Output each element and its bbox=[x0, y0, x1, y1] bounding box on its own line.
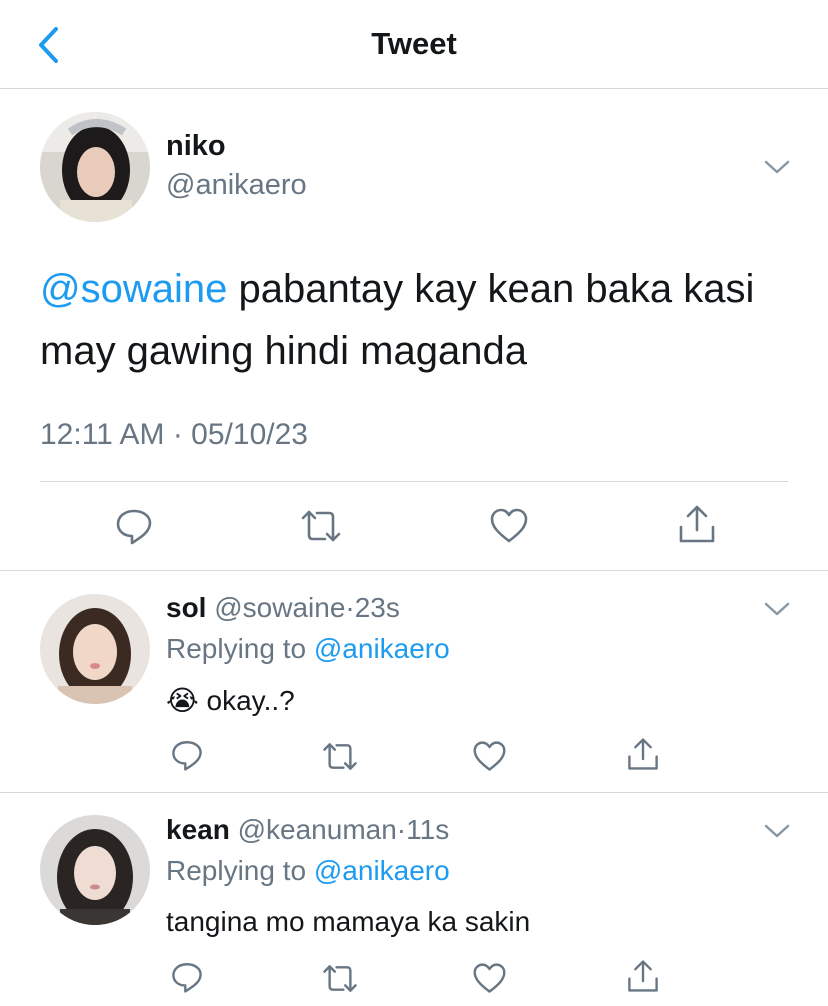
reply-icon[interactable] bbox=[170, 738, 204, 772]
dot-separator: · bbox=[345, 592, 355, 623]
reply-text: 😭 okay..? bbox=[166, 684, 295, 717]
display-name[interactable]: kean bbox=[166, 814, 230, 845]
time-ago: 23s bbox=[354, 592, 400, 623]
divider bbox=[0, 570, 828, 571]
display-name[interactable]: sol bbox=[166, 592, 206, 623]
like-icon[interactable] bbox=[472, 740, 507, 773]
reply-text: tangina mo mamaya ka sakin bbox=[166, 906, 530, 938]
user-handle[interactable]: @keanuman bbox=[238, 814, 397, 845]
timestamp[interactable]: 12:11 AM · 05/10/23 bbox=[40, 418, 308, 452]
divider bbox=[40, 481, 788, 482]
page-title: Tweet bbox=[371, 26, 457, 61]
reply-body: tangina mo mamaya ka sakin bbox=[166, 906, 531, 937]
avatar[interactable] bbox=[40, 815, 150, 925]
chevron-down-icon[interactable] bbox=[763, 600, 791, 618]
tweet-text: @sowaine pabantay kay kean baka kasi may… bbox=[40, 258, 800, 382]
replying-to: Replying to @anikaero bbox=[166, 855, 450, 887]
chevron-down-icon[interactable] bbox=[763, 158, 791, 176]
divider bbox=[0, 792, 828, 793]
reply-icon[interactable] bbox=[170, 960, 204, 994]
display-name[interactable]: niko bbox=[166, 130, 226, 163]
user-handle[interactable]: @sowaine bbox=[214, 592, 345, 623]
retweet-icon[interactable] bbox=[299, 507, 343, 545]
like-icon[interactable] bbox=[489, 507, 529, 545]
top-bar: Tweet bbox=[0, 0, 828, 89]
avatar[interactable] bbox=[40, 112, 150, 222]
replying-to: Replying to @anikaero bbox=[166, 633, 450, 665]
share-icon[interactable] bbox=[626, 736, 660, 772]
reply-header: kean @keanuman·11s bbox=[166, 814, 449, 846]
replying-prefix: Replying to bbox=[166, 855, 314, 886]
like-icon[interactable] bbox=[472, 962, 507, 995]
chevron-down-icon[interactable] bbox=[763, 822, 791, 840]
mention-link[interactable]: @anikaero bbox=[314, 855, 450, 886]
retweet-icon[interactable] bbox=[321, 962, 359, 995]
time-ago: 11s bbox=[406, 814, 450, 845]
reply-icon[interactable] bbox=[114, 506, 154, 546]
retweet-icon[interactable] bbox=[321, 740, 359, 773]
avatar[interactable] bbox=[40, 594, 150, 704]
mention-link[interactable]: @sowaine bbox=[40, 267, 227, 311]
user-handle[interactable]: @anikaero bbox=[166, 169, 307, 202]
dot-separator: · bbox=[396, 814, 407, 845]
crying-emoji: 😭 bbox=[166, 685, 199, 716]
mention-link[interactable]: @anikaero bbox=[314, 633, 450, 664]
share-icon[interactable] bbox=[677, 503, 717, 545]
replying-prefix: Replying to bbox=[166, 633, 314, 664]
share-icon[interactable] bbox=[626, 958, 660, 994]
reply-body: okay..? bbox=[206, 685, 295, 716]
reply-header: sol @sowaine·23s bbox=[166, 592, 400, 624]
